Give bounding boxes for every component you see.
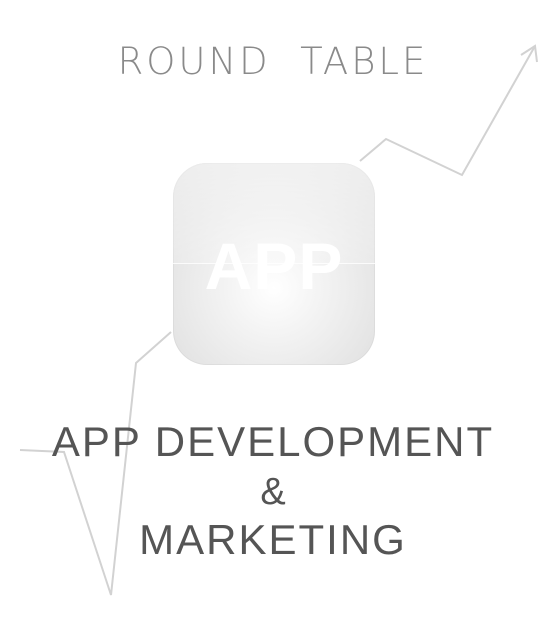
page-title: ROUND TABLE xyxy=(117,40,429,83)
app-icon-label: APP xyxy=(204,229,344,303)
app-icon: APP xyxy=(173,163,375,365)
headline-line-1: APP DEVELOPMENT xyxy=(51,418,495,465)
headline-line-3: MARKETING xyxy=(139,516,407,563)
headline-ampersand: & xyxy=(260,471,286,513)
